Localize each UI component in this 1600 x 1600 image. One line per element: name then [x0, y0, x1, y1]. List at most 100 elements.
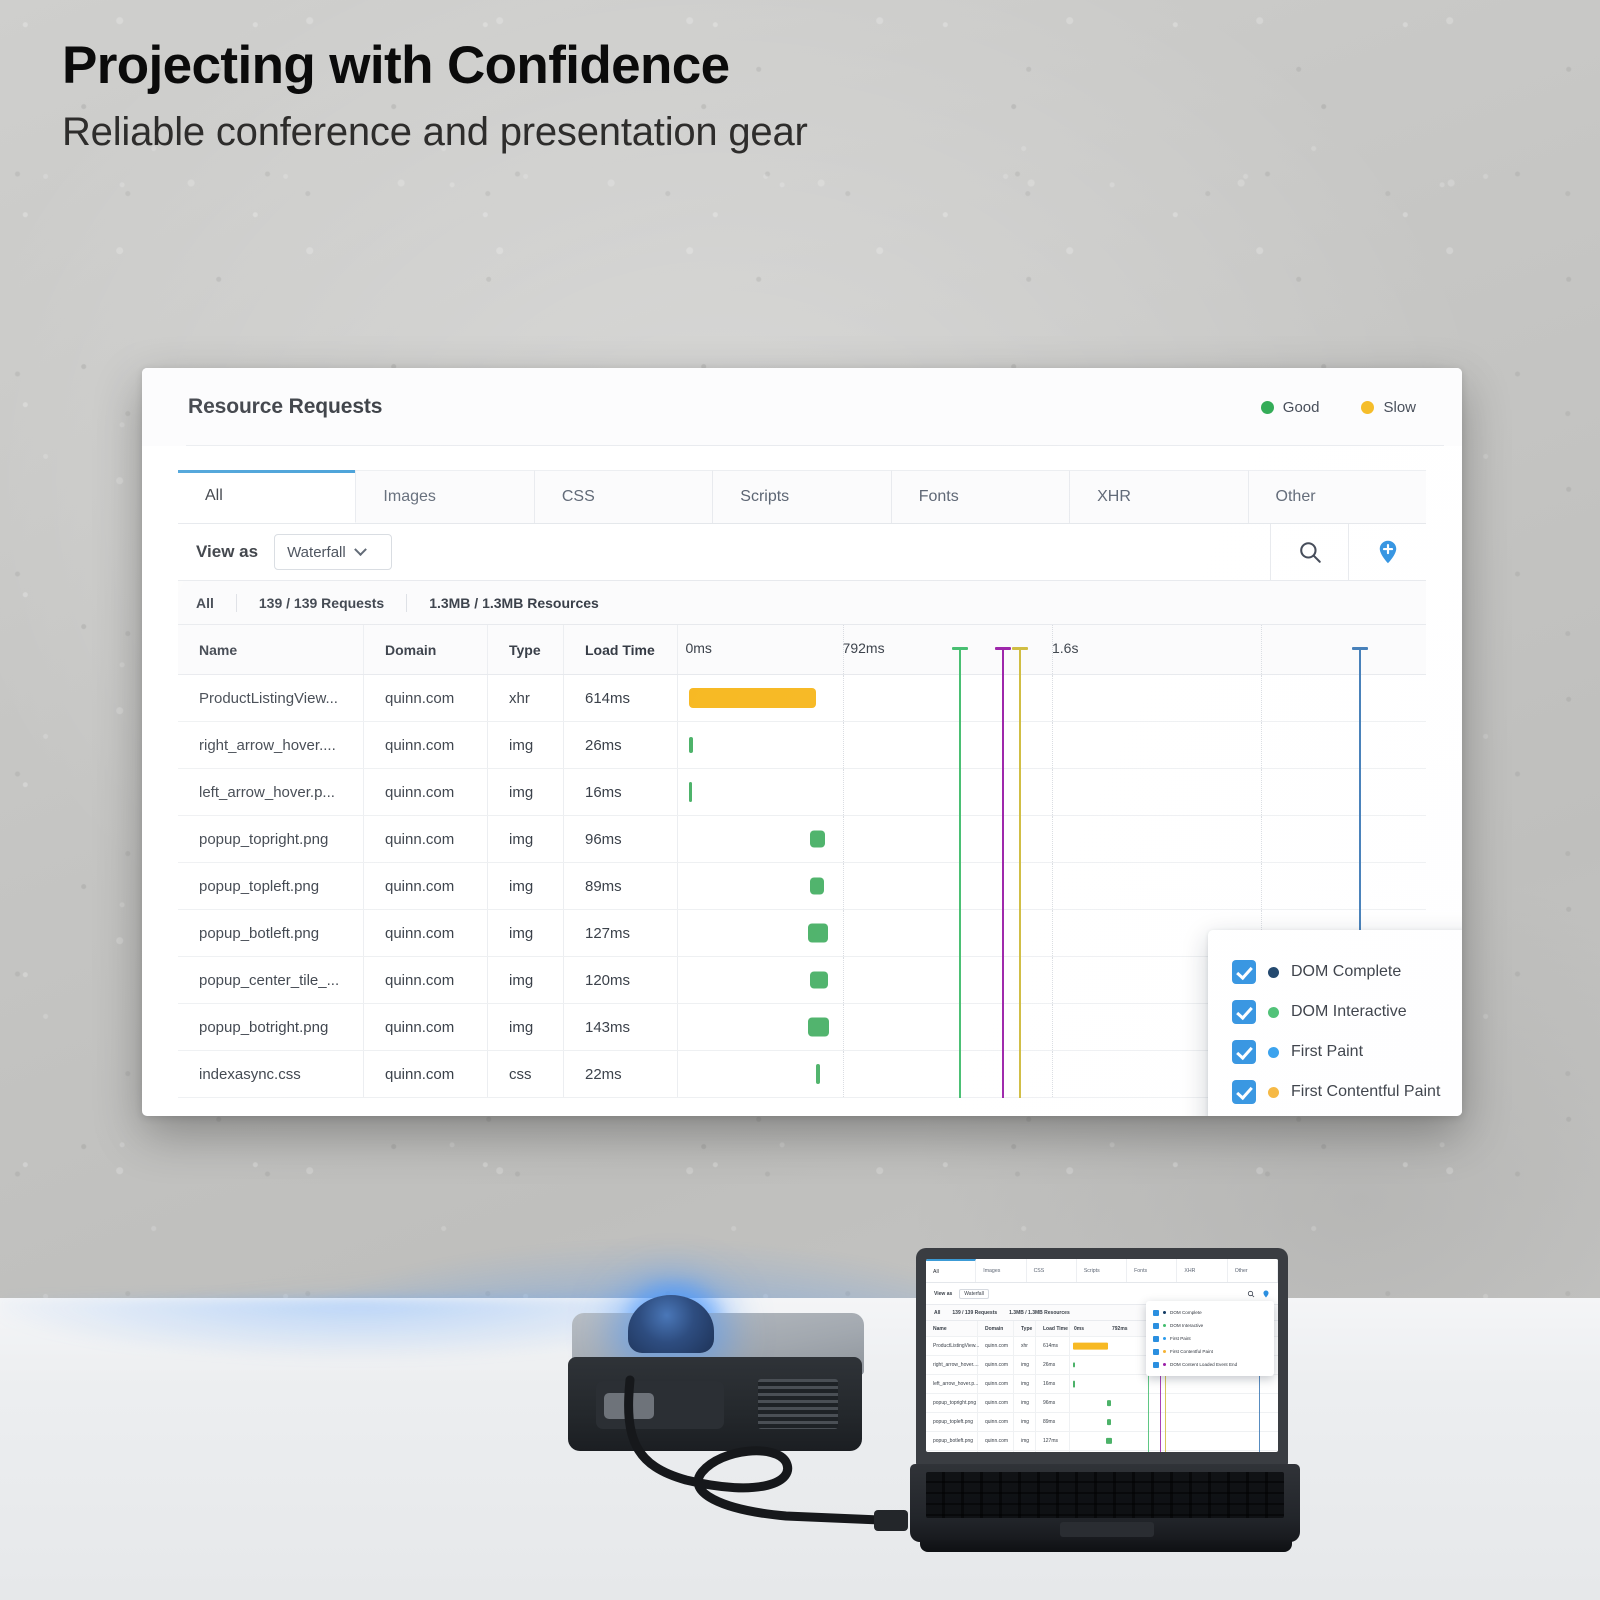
mini-cell-type: xhr	[1014, 1337, 1036, 1355]
mini-cell-waterfall	[1070, 1432, 1278, 1450]
tab-fonts[interactable]: Fonts	[891, 470, 1071, 523]
waterfall-track	[678, 675, 1426, 721]
mini-add-marker-icon[interactable]	[1262, 1290, 1270, 1298]
mini-tab-xhr[interactable]: XHR	[1177, 1259, 1228, 1282]
popover-item-first-paint[interactable]: First Paint	[1208, 1032, 1462, 1072]
mini-tab-other[interactable]: Other	[1228, 1259, 1278, 1282]
mini-tab-all[interactable]: All	[926, 1259, 977, 1282]
mini-tab-scripts[interactable]: Scripts	[1077, 1259, 1128, 1282]
mini-cell-name: ProductListingView...	[926, 1337, 979, 1355]
mini-checkbox-icon[interactable]	[1153, 1361, 1159, 1368]
cell-name: popup_center_tile_...	[178, 957, 364, 1003]
table-row[interactable]: popup_topleft.png quinn.com img 89ms	[178, 863, 1426, 910]
waterfall-track	[678, 816, 1426, 862]
mini-checkbox-icon[interactable]	[1153, 1348, 1159, 1355]
tab-images[interactable]: Images	[356, 470, 535, 523]
mini-table-row[interactable]: popup_botleft.png quinn.com img 127ms	[926, 1432, 1278, 1451]
metrics-popover[interactable]: DOM Complete DOM Interactive First Paint…	[1208, 930, 1462, 1116]
mini-metrics-popover[interactable]: DOM Complete DOM Interactive First Paint…	[1146, 1301, 1274, 1376]
card-header: Resource Requests Good Slow	[142, 368, 1462, 446]
mini-popover-label: First Paint	[1170, 1336, 1191, 1341]
add-marker-button[interactable]	[1348, 524, 1426, 580]
table-row[interactable]: popup_topright.png quinn.com img 96ms	[178, 816, 1426, 863]
cell-domain: quinn.com	[364, 675, 488, 721]
cell-name: right_arrow_hover....	[178, 722, 364, 768]
view-as-select[interactable]: Waterfall	[274, 534, 393, 570]
mini-table-row[interactable]: popup_topleft.png quinn.com img 89ms	[926, 1413, 1278, 1432]
scene: Projecting with Confidence Reliable conf…	[0, 0, 1600, 1600]
gridline	[1052, 863, 1053, 909]
axis-tick-label: 1.6s	[1052, 640, 1079, 656]
gridline	[1261, 675, 1263, 721]
tab-label: Scripts	[740, 488, 790, 505]
mini-table-row[interactable]: popup_topright.png quinn.com img 96ms	[926, 1394, 1278, 1413]
tab-scripts[interactable]: Scripts	[713, 470, 892, 523]
mini-table-row[interactable]: left_arrow_hover.p... quinn.com img 16ms	[926, 1375, 1278, 1394]
mini-tick-0: 0ms	[1074, 1325, 1085, 1332]
popover-item-first-contentful-paint[interactable]: First Contentful Paint	[1208, 1072, 1462, 1112]
card-title: Resource Requests	[188, 395, 383, 418]
mini-checkbox-icon[interactable]	[1153, 1335, 1159, 1342]
mini-waterfall-bar	[1106, 1437, 1112, 1445]
tab-xhr[interactable]: XHR	[1070, 470, 1249, 523]
popover-item-label: First Paint	[1291, 1043, 1364, 1060]
mini-cell-type: img	[1014, 1432, 1036, 1450]
cell-name: popup_topright.png	[178, 816, 364, 862]
tab-css[interactable]: CSS	[534, 470, 714, 523]
waterfall-bar	[808, 1017, 830, 1037]
mini-cell-domain: quinn.com	[978, 1394, 1014, 1412]
table-row[interactable]: ProductListingView... quinn.com xhr 614ms	[178, 675, 1426, 722]
mini-tab-css[interactable]: CSS	[1027, 1259, 1077, 1282]
popover-item-dom-complete[interactable]: DOM Complete	[1208, 952, 1462, 992]
mini-checkbox-icon[interactable]	[1153, 1322, 1159, 1329]
tab-all[interactable]: All	[178, 470, 357, 523]
mini-table-row[interactable]: popup_center_tile_...quinn.comimg120ms	[926, 1451, 1278, 1452]
mini-cell-domain: quinn.com	[978, 1432, 1014, 1450]
mini-view-as-select[interactable]: Waterfall	[959, 1288, 989, 1299]
tab-other[interactable]: Other	[1248, 470, 1426, 523]
mini-checkbox-icon[interactable]	[1153, 1309, 1159, 1316]
checkbox-checked-icon[interactable]	[1232, 960, 1256, 984]
waterfall-axis: 0ms 792ms 1.6s	[678, 625, 1426, 674]
laptop-lid: All Images CSS Scripts Fonts XHR Other V…	[916, 1248, 1288, 1466]
dom-interactive-dot-icon	[1268, 1006, 1279, 1018]
popover-item-dom-interactive[interactable]: DOM Interactive	[1208, 992, 1462, 1032]
mini-tab-images[interactable]: Images	[976, 1259, 1027, 1282]
gridline	[1052, 957, 1053, 1003]
mini-cell-loadtime: 16ms	[1036, 1375, 1070, 1393]
dom-complete-dot-icon	[1268, 966, 1279, 978]
page-subtitle: Reliable conference and presentation gea…	[62, 109, 808, 154]
checkbox-checked-icon[interactable]	[1232, 1000, 1256, 1024]
summary-divider	[406, 593, 408, 612]
legend-item-slow: Slow	[1361, 399, 1416, 416]
table-row[interactable]: right_arrow_hover.... quinn.com img 26ms	[178, 722, 1426, 769]
mini-col-name: Name	[926, 1321, 978, 1336]
laptop-trackpad[interactable]	[1060, 1522, 1154, 1537]
cell-type: css	[488, 1051, 564, 1097]
laptop-keyboard[interactable]	[926, 1472, 1284, 1518]
mini-cell-name: left_arrow_hover.p...	[926, 1375, 978, 1393]
checkbox-checked-icon[interactable]	[1232, 1080, 1256, 1104]
cell-type: img	[488, 769, 564, 815]
mini-popover-item[interactable]: DOM Interactive	[1146, 1319, 1274, 1332]
mini-popover-item[interactable]: First Paint	[1146, 1332, 1274, 1345]
mini-popover-item[interactable]: DOM Content Loaded Event End	[1146, 1358, 1274, 1371]
tab-label: Other	[1275, 488, 1316, 505]
checkbox-checked-icon[interactable]	[1232, 1040, 1256, 1064]
popover-item-dom-content-loaded-event-end[interactable]: DOM Content Loaded Event End	[1208, 1112, 1462, 1116]
mini-popover-item[interactable]: First Contentful Paint	[1146, 1345, 1274, 1358]
table-row[interactable]: left_arrow_hover.p... quinn.com img 16ms	[178, 769, 1426, 816]
mini-col-domain: Domain	[978, 1321, 1014, 1336]
mini-search-icon[interactable]	[1247, 1290, 1255, 1298]
waterfall-bar	[809, 830, 826, 848]
tab-label: XHR	[1097, 488, 1131, 505]
tab-label: Images	[383, 488, 436, 505]
mini-popover-item[interactable]: DOM Complete	[1146, 1306, 1274, 1319]
cell-domain: quinn.com	[364, 1051, 488, 1097]
mini-tab-fonts[interactable]: Fonts	[1127, 1259, 1178, 1282]
cell-loadtime: 96ms	[564, 816, 678, 862]
cell-domain: quinn.com	[364, 816, 488, 862]
mini-summary-resources: 1.3MB / 1.3MB Resources	[1009, 1309, 1070, 1316]
search-button[interactable]	[1270, 524, 1348, 580]
mini-dot-icon	[1163, 1363, 1166, 1366]
